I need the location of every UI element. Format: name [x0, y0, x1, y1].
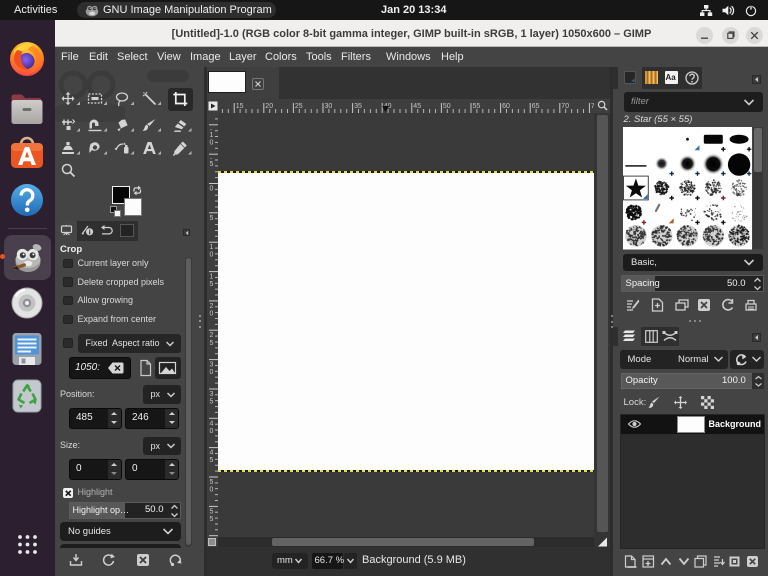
svg-text:4: 4	[209, 420, 213, 427]
svg-text:2: 2	[209, 302, 213, 309]
svg-text:35: 35	[354, 103, 362, 110]
svg-text:1: 1	[209, 244, 213, 251]
svg-text:15: 15	[235, 103, 243, 110]
svg-text:5: 5	[209, 398, 213, 405]
svg-text:20: 20	[265, 103, 273, 110]
svg-text:5: 5	[209, 457, 213, 464]
svg-text:2: 2	[209, 332, 213, 339]
svg-text:4: 4	[209, 449, 213, 456]
svg-text:70: 70	[561, 103, 569, 110]
svg-text:50: 50	[442, 103, 450, 110]
svg-text:3: 3	[209, 361, 213, 368]
svg-text:1: 1	[209, 273, 213, 280]
svg-text:65: 65	[531, 103, 539, 110]
svg-text:5: 5	[209, 339, 213, 346]
svg-text:0: 0	[209, 251, 213, 258]
svg-text:30: 30	[324, 103, 332, 110]
svg-text:55: 55	[472, 103, 480, 110]
svg-text:0: 0	[209, 185, 213, 192]
svg-text:5: 5	[209, 515, 213, 522]
svg-text:1: 1	[209, 131, 213, 138]
svg-text:5: 5	[209, 214, 213, 221]
svg-text:3: 3	[209, 391, 213, 398]
svg-text:25: 25	[294, 103, 302, 110]
svg-text:5: 5	[209, 281, 213, 288]
svg-text:60: 60	[502, 103, 510, 110]
svg-text:0: 0	[209, 139, 213, 146]
svg-text:0: 0	[209, 369, 213, 376]
svg-text:5: 5	[209, 479, 213, 486]
svg-text:5: 5	[209, 508, 213, 515]
svg-text:45: 45	[413, 103, 421, 110]
svg-text:0: 0	[209, 427, 213, 434]
svg-text:5: 5	[209, 161, 213, 168]
svg-text:0: 0	[209, 486, 213, 493]
svg-text:0: 0	[209, 310, 213, 317]
